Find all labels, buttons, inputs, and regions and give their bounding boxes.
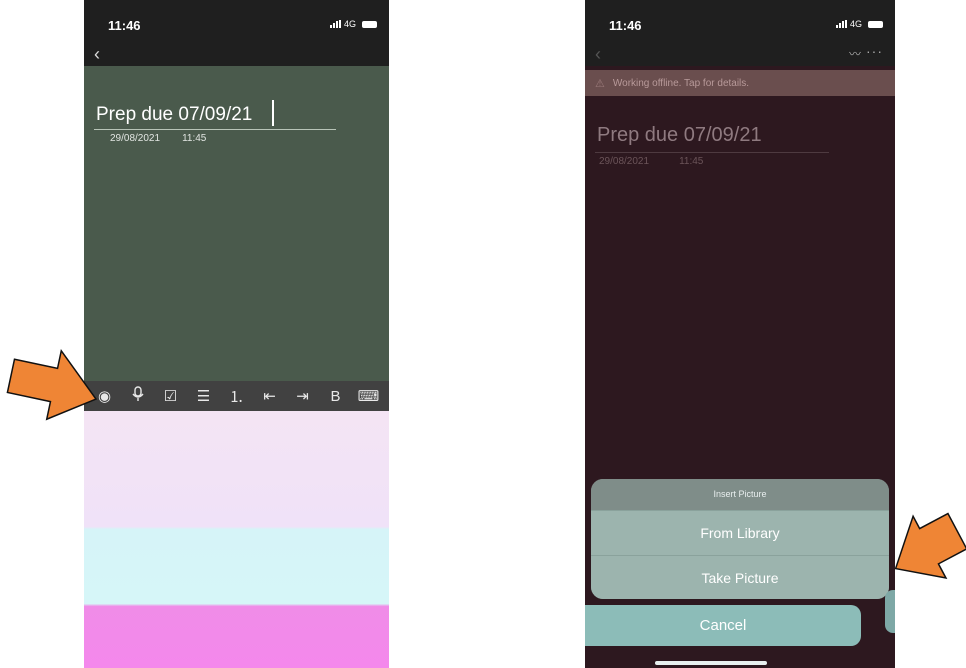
note-title-input[interactable]: Prep due 07/09/21 xyxy=(96,104,252,126)
signal-icon xyxy=(835,20,847,28)
formatting-toolbar: ◉ ☑ ☰ ⒈ ⇤ ⇥ B ⌨ xyxy=(84,381,389,411)
keyboard-icon[interactable]: ⌨ xyxy=(356,387,382,405)
nav-bar: ‹ xyxy=(84,42,389,66)
offline-banner-text: Working offline. Tap for details. xyxy=(612,77,750,89)
take-picture-button[interactable]: Take Picture xyxy=(591,555,889,599)
phone-right-insert-picture: 11:46 4G ‹ 〰 ··· ⚠ Working offline. Tap … xyxy=(585,0,895,668)
annotation-arrow-left xyxy=(6,348,98,421)
signal-icon xyxy=(329,20,341,28)
network-label: 4G xyxy=(849,19,862,29)
note-time: 11:45 xyxy=(182,133,207,144)
status-bar: 11:46 4G xyxy=(84,0,389,42)
sheet-title: Insert Picture xyxy=(591,479,889,510)
cancel-button-edge xyxy=(885,590,895,633)
title-underline xyxy=(94,129,336,130)
note-date: 29/08/2021 xyxy=(110,133,161,144)
text-cursor xyxy=(272,100,274,126)
network-indicator: 4G xyxy=(835,19,883,29)
pen-icon[interactable]: 〰 xyxy=(849,45,861,62)
network-indicator: 4G xyxy=(329,19,377,29)
note-meta: 29/08/2021 11:45 xyxy=(599,156,703,167)
outdent-icon[interactable]: ⇤ xyxy=(257,387,283,405)
note-date: 29/08/2021 xyxy=(599,156,650,167)
status-time: 11:46 xyxy=(609,18,642,33)
back-icon[interactable]: ‹ xyxy=(595,42,601,66)
nav-bar: ‹ 〰 ··· xyxy=(585,42,895,66)
status-time: 11:46 xyxy=(108,18,141,33)
network-label: 4G xyxy=(343,19,356,29)
phone-left-note-editor: 11:46 4G ‹ Prep due 07/09/21 29/08/2021 1… xyxy=(84,0,389,668)
note-meta: 29/08/2021 11:45 xyxy=(110,133,206,144)
battery-icon xyxy=(868,20,883,28)
arrow-shape xyxy=(894,512,966,580)
note-time: 11:45 xyxy=(679,156,704,167)
numbered-list-icon[interactable]: ⒈ xyxy=(224,386,250,407)
status-bar: 11:46 4G xyxy=(585,0,895,42)
mic-icon[interactable] xyxy=(125,386,151,406)
title-underline xyxy=(595,152,829,153)
cancel-button[interactable]: Cancel xyxy=(585,605,861,646)
note-title: Prep due 07/09/21 xyxy=(597,124,762,146)
from-library-button[interactable]: From Library xyxy=(591,510,889,555)
indent-icon[interactable]: ⇥ xyxy=(290,387,316,405)
more-icon[interactable]: ··· xyxy=(866,43,883,59)
annotation-arrow-right xyxy=(894,512,966,580)
arrow-shape xyxy=(6,348,98,421)
bullets-icon[interactable]: ☰ xyxy=(191,387,217,405)
insert-picture-sheet: Insert Picture From Library Take Picture xyxy=(591,479,889,599)
battery-icon xyxy=(362,20,377,28)
offline-banner[interactable]: ⚠ Working offline. Tap for details. xyxy=(585,70,895,96)
back-icon[interactable]: ‹ xyxy=(94,42,100,66)
format-icon[interactable]: B xyxy=(323,388,349,405)
home-indicator xyxy=(655,661,767,665)
warning-icon: ⚠ xyxy=(595,77,605,90)
keyboard-area xyxy=(84,411,389,668)
checkbox-icon[interactable]: ☑ xyxy=(158,387,184,405)
